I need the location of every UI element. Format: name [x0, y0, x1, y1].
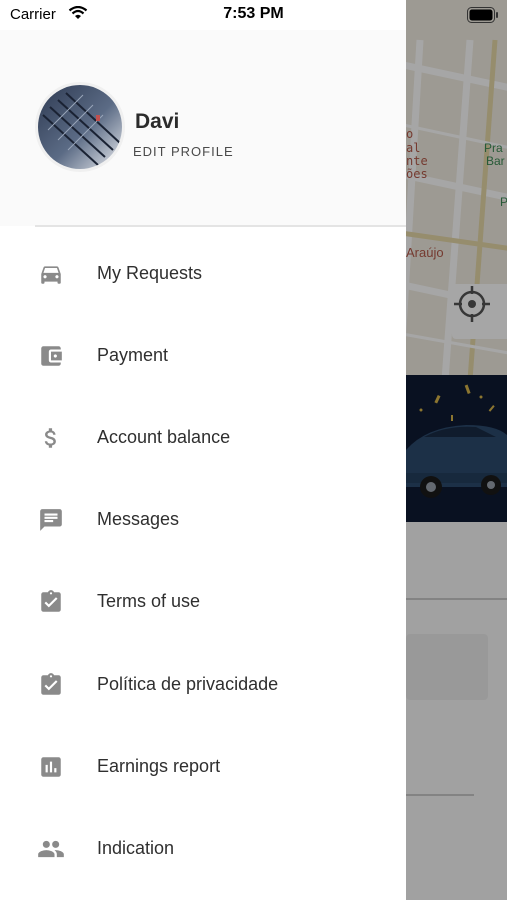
menu-item-terms-of-use[interactable]: Terms of use [0, 561, 406, 643]
menu-item-label: My Requests [97, 263, 203, 283]
menu-item-label: Messages [97, 509, 180, 529]
edit-profile-link[interactable]: EDIT PROFILE [133, 144, 234, 159]
wallet-icon [37, 342, 65, 370]
menu-item-payment[interactable]: Payment [0, 315, 406, 397]
clipboard-check-icon [37, 588, 65, 616]
menu-item-label: Política de privacidade [97, 674, 279, 694]
menu-item-privacy-policy[interactable]: Política de privacidade [0, 644, 406, 726]
message-icon [37, 506, 65, 534]
battery-icon [467, 7, 499, 27]
menu-item-label: Terms of use [97, 591, 201, 611]
menu-item-messages[interactable]: Messages [0, 479, 406, 561]
user-name: Davi [135, 110, 180, 133]
people-icon [37, 835, 65, 863]
dollar-icon [37, 424, 65, 452]
menu-item-label: Indication [97, 838, 175, 858]
menu-item-label: Earnings report [97, 756, 221, 776]
menu-item-label: Account balance [97, 427, 231, 447]
menu-item-label: Payment [97, 345, 169, 365]
menu-item-indication[interactable]: Indication [0, 808, 406, 890]
avatar-image [38, 85, 122, 169]
status-bar: Carrier 7:53 PM [0, 0, 507, 30]
menu-item-account-balance[interactable]: Account balance [0, 397, 406, 479]
header-divider [35, 225, 406, 227]
avatar[interactable] [38, 85, 122, 169]
bar-chart-icon [37, 753, 65, 781]
menu-item-my-requests[interactable]: My Requests [0, 233, 406, 315]
navigation-drawer: Davi EDIT PROFILE My Requests Payment Ac… [0, 0, 406, 900]
clipboard-check-icon [37, 671, 65, 699]
car-icon [37, 260, 65, 288]
menu-item-earnings-report[interactable]: Earnings report [0, 726, 406, 808]
status-time: 7:53 PM [223, 5, 284, 22]
